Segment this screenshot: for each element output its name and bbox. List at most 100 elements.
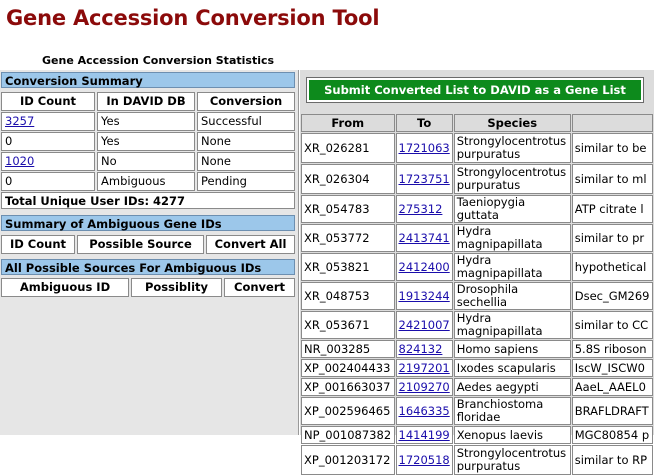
page-title: Gene Accession Conversion Tool xyxy=(6,6,380,30)
col-id-count: ID Count xyxy=(1,92,95,111)
conversion-results-table: From To Species XR_026281 1721063 Strongyl… xyxy=(300,113,654,476)
col-to: To xyxy=(395,114,453,132)
to-id-cell: 824132 xyxy=(395,340,453,358)
summary-id-count: 0 xyxy=(1,172,95,191)
to-id-link[interactable]: 2412400 xyxy=(399,260,450,274)
summary-in-db: Ambiguous xyxy=(97,172,195,191)
to-id-cell: 2421007 xyxy=(395,311,453,339)
gene-description: similar to ml xyxy=(571,164,653,194)
to-id-cell: 1646335 xyxy=(395,397,453,425)
species: Drosophila sechellia xyxy=(453,282,571,310)
id-count-link[interactable]: 1020 xyxy=(5,154,34,168)
col-ambiguous-id: Ambiguous ID xyxy=(1,278,129,297)
col-possiblity: Possiblity xyxy=(131,278,222,297)
gene-description: similar to be xyxy=(571,133,653,163)
statistics-panel: Conversion Summary ID Count In DAVID DB … xyxy=(0,70,299,435)
to-id-cell: 1723751 xyxy=(395,164,453,194)
from-id: XR_048753 xyxy=(301,282,395,310)
gene-description: BRAFLDRAFT xyxy=(571,397,653,425)
from-id: XP_002404433 xyxy=(301,359,395,377)
to-id-link[interactable]: 1723751 xyxy=(399,172,450,186)
result-row: XR_026304 1723751 Strongylocentrotus purpu… xyxy=(301,164,653,194)
from-id: XP_002596465 xyxy=(301,397,395,425)
from-id: XR_026281 xyxy=(301,133,395,163)
col-ambig-id-count: ID Count xyxy=(1,235,75,254)
to-id-cell: 1913244 xyxy=(395,282,453,310)
submit-to-david-button[interactable]: Submit Converted List to DAVID as a Gene… xyxy=(306,77,644,103)
gene-description: hypothetical xyxy=(571,253,653,281)
gene-description: Dsec_GM269 xyxy=(571,282,653,310)
col-from: From xyxy=(301,114,395,132)
to-id-link[interactable]: 1721063 xyxy=(399,141,450,155)
species: Hydra magnipapillata xyxy=(453,253,571,281)
result-row: NR_003285 824132 Homo sapiens 5.8S riboson xyxy=(301,340,653,358)
summary-conversion: Successful xyxy=(197,112,295,131)
to-id-link[interactable]: 1646335 xyxy=(399,404,450,418)
result-row: XP_002404433 2197201 Ixodes scapularis IscW… xyxy=(301,359,653,377)
gene-description: similar to pr xyxy=(571,224,653,252)
summary-conversion: Pending xyxy=(197,172,295,191)
summary-in-db: Yes xyxy=(97,132,195,151)
to-id-link[interactable]: 2197201 xyxy=(399,361,450,375)
species: Strongylocentrotus purpuratus xyxy=(453,164,571,194)
from-id: XR_054783 xyxy=(301,195,395,223)
result-row: XR_048753 1913244 Drosophila sechellia Dsec… xyxy=(301,282,653,310)
gene-description: similar to RP xyxy=(571,445,653,475)
species: Homo sapiens xyxy=(453,340,571,358)
to-id-cell: 1720518 xyxy=(395,445,453,475)
to-id-link[interactable]: 1913244 xyxy=(399,289,450,303)
species: Taeniopygia guttata xyxy=(453,195,571,223)
gene-description: IscW_ISCW0 xyxy=(571,359,653,377)
summary-id-count[interactable]: 1020 xyxy=(1,152,95,171)
col-species: Species xyxy=(453,114,571,132)
summary-in-db: No xyxy=(97,152,195,171)
to-id-link[interactable]: 275312 xyxy=(399,202,443,216)
species: Aedes aegypti xyxy=(453,378,571,396)
summary-conversion: None xyxy=(197,132,295,151)
ambiguous-sources-heading: All Possible Sources For Ambiguous IDs xyxy=(1,259,295,275)
col-conversion: Conversion xyxy=(197,92,295,111)
species: Hydra magnipapillata xyxy=(453,224,571,252)
from-id: XR_053821 xyxy=(301,253,395,281)
to-id-link[interactable]: 2413741 xyxy=(399,231,450,245)
col-in-david-db: In DAVID DB xyxy=(97,92,195,111)
ambiguous-summary-heading: Summary of Ambiguous Gene IDs xyxy=(1,215,295,231)
result-row: XP_002596465 1646335 Branchiostoma florida… xyxy=(301,397,653,425)
summary-conversion: None xyxy=(197,152,295,171)
result-row: XR_053671 2421007 Hydra magnipapillata simi… xyxy=(301,311,653,339)
to-id-cell: 1414199 xyxy=(395,426,453,444)
from-id: XR_053671 xyxy=(301,311,395,339)
to-id-cell: 2197201 xyxy=(395,359,453,377)
summary-id-count[interactable]: 3257 xyxy=(1,112,95,131)
gene-description: ATP citrate l xyxy=(571,195,653,223)
species: Hydra magnipapillata xyxy=(453,311,571,339)
result-row: XR_053772 2413741 Hydra magnipapillata simi… xyxy=(301,224,653,252)
id-count-link[interactable]: 3257 xyxy=(5,114,34,128)
conversion-summary-heading: Conversion Summary xyxy=(1,72,295,88)
from-id: XR_026304 xyxy=(301,164,395,194)
result-row: XR_026281 1721063 Strongylocentrotus purpu… xyxy=(301,133,653,163)
species: Strongylocentrotus purpuratus xyxy=(453,445,571,475)
species: Ixodes scapularis xyxy=(453,359,571,377)
gene-description: MGC80854 p xyxy=(571,426,653,444)
summary-in-db: Yes xyxy=(97,112,195,131)
col-convert-all: Convert All xyxy=(206,235,295,254)
from-id: XR_053772 xyxy=(301,224,395,252)
gene-description: 5.8S riboson xyxy=(571,340,653,358)
gene-description: similar to CC xyxy=(571,311,653,339)
to-id-cell: 2412400 xyxy=(395,253,453,281)
result-row: XP_001663037 2109270 Aedes aegypti AaeL_AAE… xyxy=(301,378,653,396)
total-unique-ids: Total Unique User IDs: 4277 xyxy=(1,192,295,209)
species: Xenopus laevis xyxy=(453,426,571,444)
result-row: XR_054783 275312 Taeniopygia guttata ATP ci… xyxy=(301,195,653,223)
to-id-cell: 2413741 xyxy=(395,224,453,252)
result-row: XR_053821 2412400 Hydra magnipapillata hypo… xyxy=(301,253,653,281)
to-id-link[interactable]: 1720518 xyxy=(399,453,450,467)
to-id-link[interactable]: 2109270 xyxy=(399,380,450,394)
to-id-link[interactable]: 2421007 xyxy=(399,318,450,332)
summary-id-count: 0 xyxy=(1,132,95,151)
from-id: NP_001087382 xyxy=(301,426,395,444)
to-id-link[interactable]: 824132 xyxy=(399,342,443,356)
col-possible-source: Possible Source xyxy=(77,235,204,254)
result-row: XP_001203172 1720518 Strongylocentrotus pu… xyxy=(301,445,653,475)
